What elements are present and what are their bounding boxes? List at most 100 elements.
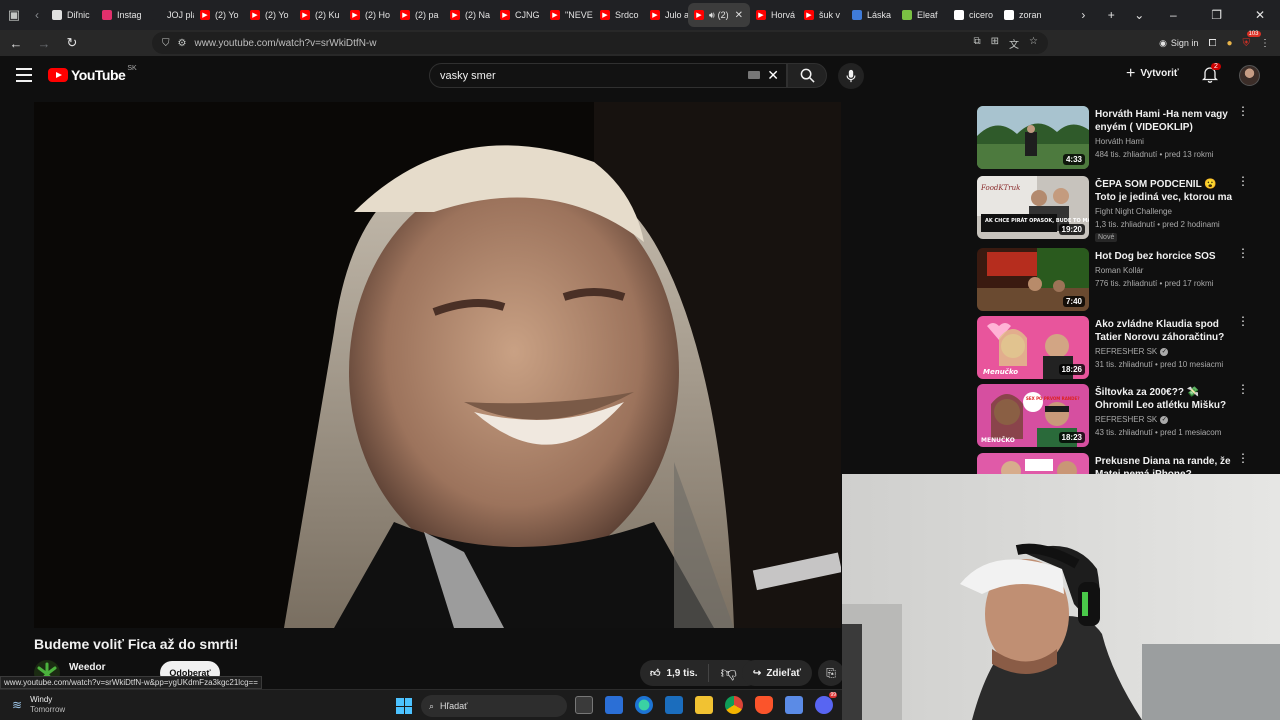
recommendation-item[interactable]: FoodKTruk AK CHCE PIRÁT OPASOK, BUDE TO M… — [977, 175, 1257, 242]
clear-search-icon[interactable]: ✕ — [767, 67, 779, 84]
notepad-icon[interactable] — [785, 696, 803, 714]
browser-tab[interactable]: JOJ play — [146, 3, 194, 27]
like-button[interactable]: 👍︎ 1,9 tis. — [640, 664, 709, 682]
reload-icon[interactable]: ↻ — [60, 35, 84, 51]
minimize-icon[interactable]: – — [1153, 8, 1193, 22]
recommendation-channel[interactable]: REFRESHER SK ✓ — [1095, 415, 1169, 424]
share-button[interactable]: ↪ Zdieľať — [742, 660, 812, 686]
recommendation-channel[interactable]: Fight Night Challenge — [1095, 207, 1172, 216]
browser-tab[interactable]: ▶ (2) pa — [394, 3, 444, 27]
close-tab-icon[interactable]: ✕ — [735, 10, 743, 21]
shield-icon[interactable]: ⛉ — [162, 38, 170, 49]
tab-actions-icon[interactable]: ▣ — [0, 0, 28, 30]
video-thumbnail[interactable]: SEX PO PRVOM RANDE? MENUČKO 18:23 — [977, 384, 1089, 447]
weather-widget[interactable]: ≋ Windy Tomorrow — [12, 695, 65, 715]
tab-scroll-left-icon[interactable]: ‹ — [28, 8, 46, 22]
youtube-icon: ▶ — [400, 10, 410, 20]
menu-icon[interactable] — [16, 68, 32, 82]
browser-menu-icon[interactable]: ⋮ — [1260, 38, 1270, 49]
colors-extension-icon[interactable]: ● — [1226, 38, 1232, 49]
tab-scroll-right-icon[interactable]: › — [1069, 8, 1097, 22]
url-text: www.youtube.com/watch?v=srWkiDtfN-w — [194, 37, 377, 49]
browser-tab[interactable]: ▶ (2) Na — [444, 3, 494, 27]
windows-start-icon[interactable] — [396, 698, 412, 714]
maximize-icon[interactable]: ❐ — [1197, 8, 1237, 22]
weather-subtitle: Tomorrow — [30, 705, 66, 714]
video-thumbnail[interactable]: Menučko 18:26 — [977, 316, 1089, 379]
video-thumbnail[interactable]: FoodKTruk AK CHCE PIRÁT OPASOK, BUDE TO M… — [977, 176, 1089, 239]
browser-tab[interactable]: Láska — [846, 3, 896, 27]
brave-browser-icon[interactable] — [755, 696, 773, 714]
video-thumbnail[interactable]: 7:40 — [977, 248, 1089, 311]
more-actions-icon[interactable]: ⋮ — [1237, 105, 1249, 117]
channel-name[interactable]: Weedor — [69, 662, 106, 673]
more-actions-icon[interactable]: ⋮ — [1237, 452, 1249, 464]
close-window-icon[interactable]: ✕ — [1240, 8, 1280, 22]
account-avatar[interactable] — [1239, 65, 1260, 86]
more-actions-icon[interactable]: ⋮ — [1237, 175, 1249, 187]
new-tab-icon[interactable]: + — [1097, 8, 1125, 22]
more-actions-icon[interactable]: ⋮ — [1237, 383, 1249, 395]
browser-tab[interactable]: Instag — [96, 3, 146, 27]
sign-in-button[interactable]: ◉ Sign in — [1159, 38, 1198, 49]
forward-icon[interactable]: → — [32, 36, 56, 51]
recommendation-title: Horváth Hami -Ha nem vagy enyém ( VIDEOK… — [1095, 109, 1228, 133]
notifications-button[interactable]: 2 — [1201, 63, 1221, 84]
tab-search-icon[interactable]: ⌄ — [1125, 8, 1153, 22]
browser-tab[interactable]: cicero — [948, 3, 998, 27]
site-settings-icon[interactable]: ⚙ — [178, 38, 187, 49]
recommendation-item[interactable]: 7:40 Hot Dog bez horcice SOS Roman Kollá… — [977, 247, 1257, 312]
install-icon[interactable]: ⊞ — [991, 36, 999, 51]
voice-search-button[interactable] — [838, 63, 864, 89]
taskbar-search-input[interactable]: ⌕ Hľadať — [421, 695, 567, 717]
photos-app-icon[interactable] — [665, 696, 683, 714]
browser-tab[interactable]: ▶ (2) Yo — [194, 3, 244, 27]
browser-tab[interactable]: ▶ šuk v — [798, 3, 846, 27]
video-thumbnail[interactable]: 4:33 — [977, 106, 1089, 169]
recommendation-item[interactable]: SEX PO PRVOM RANDE? MENUČKO 18:23 Šiltovk… — [977, 383, 1257, 448]
more-actions-icon[interactable]: ⋮ — [1237, 247, 1249, 259]
recommendation-channel[interactable]: REFRESHER SK ✓ — [1095, 347, 1169, 356]
browser-tab[interactable]: ▶ (2) Yo — [244, 3, 294, 27]
browser-tab[interactable]: ▶ (2) Ho — [344, 3, 394, 27]
discord-icon[interactable]: 99 — [815, 692, 837, 714]
video-player[interactable] — [34, 102, 841, 628]
search-input[interactable]: vasky smer ✕ — [429, 63, 787, 88]
translate-icon[interactable]: 文 — [1009, 36, 1019, 51]
microsoft-store-icon[interactable] — [605, 696, 623, 714]
document-icon — [52, 10, 62, 20]
browser-tab[interactable]: ▶ 🔊︎ (2) ✕ — [688, 3, 750, 27]
more-actions-icon[interactable]: ⋮ — [1237, 315, 1249, 327]
save-button[interactable]: ⎘ — [818, 660, 844, 686]
browser-tab[interactable]: ▶ Horvá — [750, 3, 798, 27]
browser-tab[interactable]: zoran — [998, 3, 1048, 27]
notification-count: 2 — [1211, 63, 1221, 70]
task-view-icon[interactable] — [575, 696, 593, 714]
create-button[interactable]: + Vytvoriť — [1126, 65, 1179, 81]
browser-tab[interactable]: ▶ CJNG — [494, 3, 544, 27]
recommendation-channel[interactable]: Horváth Hami — [1095, 137, 1144, 146]
back-icon[interactable]: ← — [4, 36, 28, 51]
extensions-icon[interactable]: ⧠ — [1208, 38, 1216, 49]
browser-tab[interactable]: ▶ Srdco — [594, 3, 644, 27]
browser-tab[interactable]: Diľnic — [46, 3, 96, 27]
file-explorer-icon[interactable] — [695, 696, 713, 714]
keyboard-icon[interactable] — [748, 71, 760, 79]
open-in-app-icon[interactable]: ⧉ — [974, 36, 981, 51]
youtube-logo[interactable]: YouTube SK — [48, 65, 137, 83]
chrome-icon[interactable] — [725, 696, 743, 714]
browser-tab[interactable]: ▶ (2) Ku — [294, 3, 344, 27]
browser-tab[interactable]: ▶ Julo a — [644, 3, 688, 27]
search-button[interactable] — [787, 63, 827, 88]
speaker-icon[interactable]: 🔊︎ — [709, 10, 715, 21]
adblock-extension-icon[interactable]: ⛨ 103 — [1243, 30, 1261, 49]
recommendation-item[interactable]: Menučko 18:26 Ako zvládne Klaudia spod T… — [977, 315, 1257, 380]
verified-check-icon: ✓ — [1160, 347, 1169, 356]
address-bar[interactable]: ⛉ ⚙ www.youtube.com/watch?v=srWkiDtfN-w … — [152, 32, 1048, 54]
edge-browser-icon[interactable] — [635, 696, 653, 714]
browser-tab[interactable]: ▶ "NEVE — [544, 3, 594, 27]
recommendation-channel[interactable]: Roman Kollár — [1095, 266, 1143, 275]
browser-tab[interactable]: Eleaf — [896, 3, 948, 27]
recommendation-item[interactable]: 4:33 Horváth Hami -Ha nem vagy enyém ( V… — [977, 105, 1257, 170]
bookmark-star-icon[interactable]: ☆ — [1029, 36, 1038, 51]
